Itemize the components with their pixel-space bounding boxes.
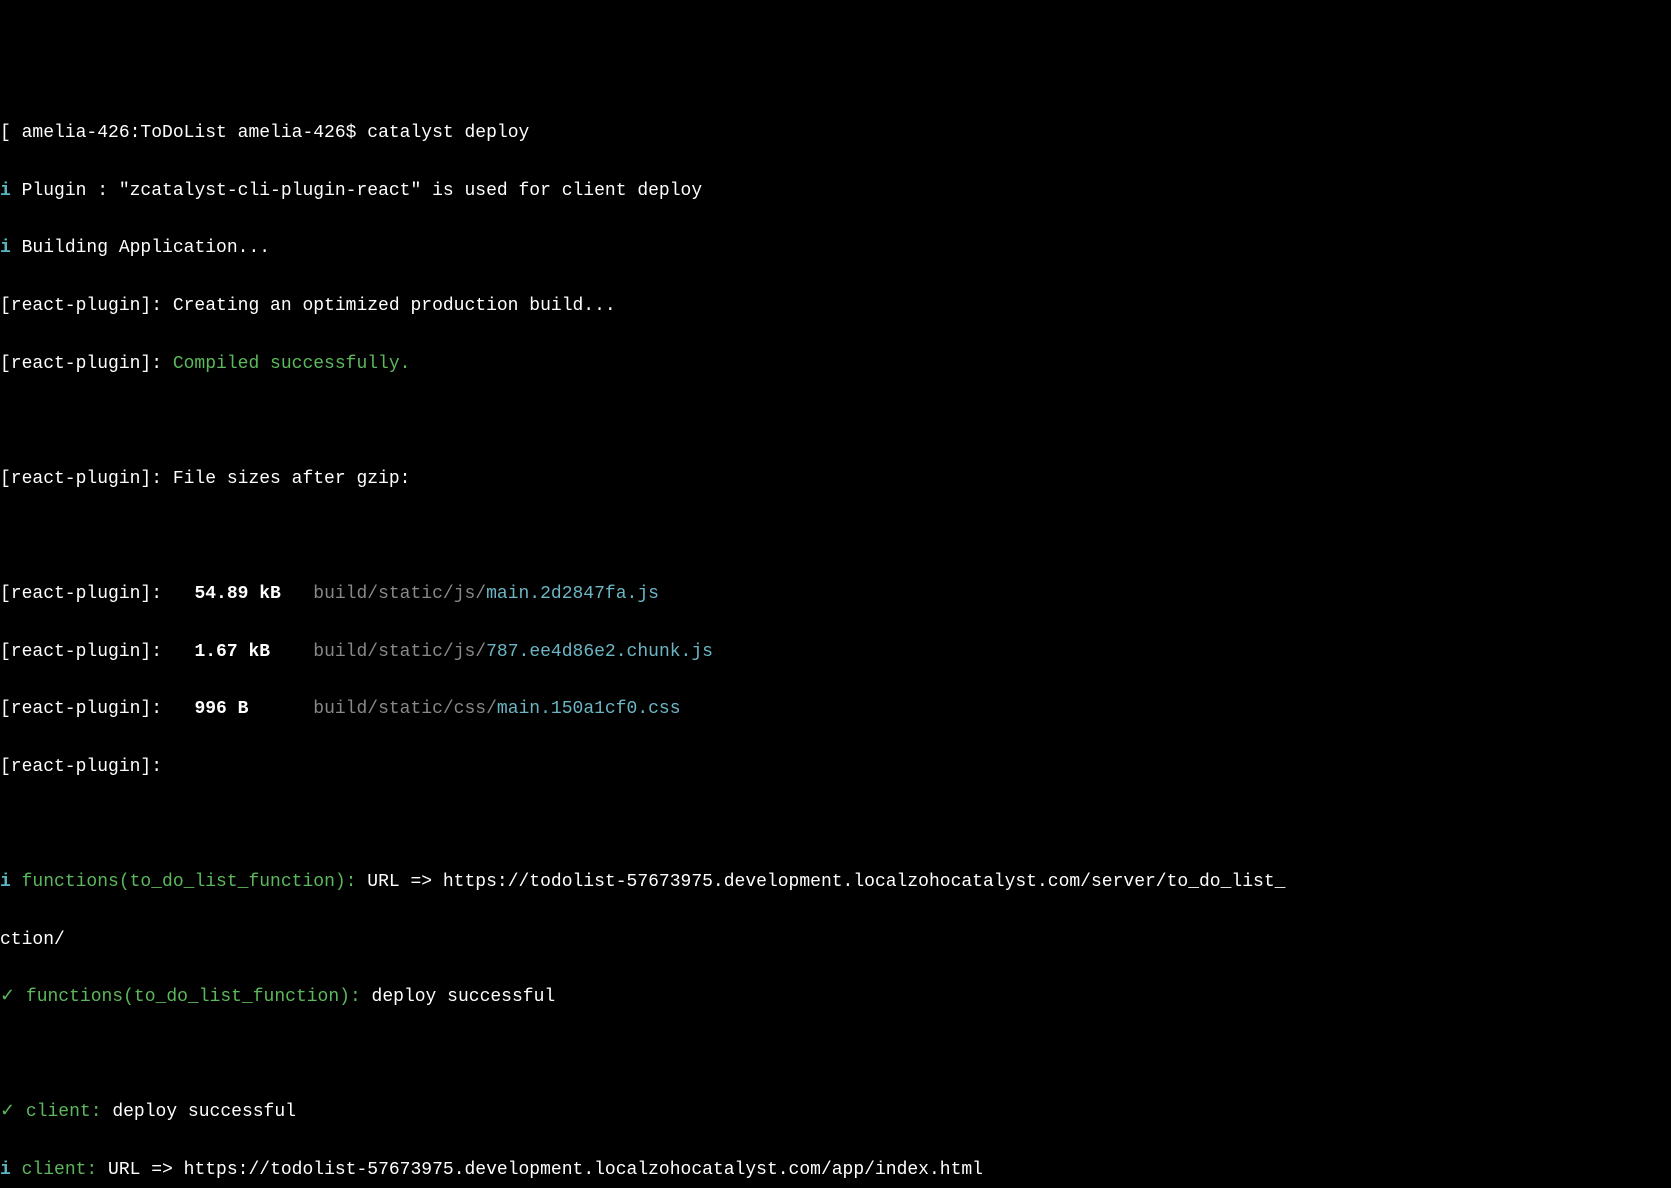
- functions-url-wrap-line: ction/: [0, 926, 1671, 955]
- file-path-name: main.150a1cf0.css: [497, 699, 681, 719]
- file-sizes-text: [react-plugin]: File sizes after gzip:: [0, 469, 410, 489]
- info-icon: i: [0, 872, 11, 892]
- functions-deploy-text: deploy successful: [361, 987, 555, 1007]
- file-path-name: 787.ee4d86e2.chunk.js: [486, 642, 713, 662]
- blank-line: [0, 407, 1671, 436]
- blank-line: [0, 1041, 1671, 1070]
- file-1-line: [react-plugin]: 54.89 kB build/static/js…: [0, 580, 1671, 609]
- compiled-prefix: [react-plugin]:: [0, 354, 173, 374]
- file-size: 996 B: [194, 699, 248, 719]
- compiled-line: [react-plugin]: Compiled successfully.: [0, 350, 1671, 379]
- building-text: Building Application...: [11, 238, 270, 258]
- check-icon: ✓: [0, 1102, 15, 1122]
- functions-url-text: URL => https://todolist-57673975.develop…: [356, 872, 1285, 892]
- file-3-line: [react-plugin]: 996 B build/static/css/m…: [0, 695, 1671, 724]
- client-deploy-text: deploy successful: [102, 1102, 296, 1122]
- prompt-line: [ amelia-426:ToDoList amelia-426$ cataly…: [0, 119, 1671, 148]
- functions-url-wrap-text: ction/: [0, 930, 65, 950]
- info-icon: i: [0, 238, 11, 258]
- client-url-line: i client: URL => https://todolist-576739…: [0, 1156, 1671, 1185]
- file-prefix: [react-plugin]:: [0, 699, 194, 719]
- empty-plugin-line: [react-plugin]:: [0, 753, 1671, 782]
- client-url-label: client:: [11, 1160, 97, 1180]
- info-icon: i: [0, 181, 11, 201]
- functions-url-line: i functions(to_do_list_function): URL =>…: [0, 868, 1671, 897]
- info-icon: i: [0, 1160, 11, 1180]
- command-text: catalyst deploy: [367, 123, 529, 143]
- client-deploy-label: client:: [15, 1102, 101, 1122]
- check-icon: ✓: [0, 987, 15, 1007]
- functions-deploy-line: ✓ functions(to_do_list_function): deploy…: [0, 983, 1671, 1012]
- building-line: i Building Application...: [0, 234, 1671, 263]
- shell-prompt: [ amelia-426:ToDoList amelia-426$: [0, 123, 367, 143]
- client-url-text: URL => https://todolist-57673975.develop…: [97, 1160, 983, 1180]
- file-size: 1.67 kB: [194, 642, 270, 662]
- compiled-success-text: Compiled successfully.: [173, 354, 411, 374]
- creating-build-text: [react-plugin]: Creating an optimized pr…: [0, 296, 616, 316]
- functions-label: functions(to_do_list_function):: [11, 872, 357, 892]
- functions-deploy-label: functions(to_do_list_function):: [15, 987, 361, 1007]
- file-sizes-header: [react-plugin]: File sizes after gzip:: [0, 465, 1671, 494]
- plugin-info-line: i Plugin : "zcatalyst-cli-plugin-react" …: [0, 177, 1671, 206]
- file-prefix: [react-plugin]:: [0, 642, 194, 662]
- empty-plugin-text: [react-plugin]:: [0, 757, 162, 777]
- creating-build-line: [react-plugin]: Creating an optimized pr…: [0, 292, 1671, 321]
- file-path-dir: build/static/css/: [248, 699, 496, 719]
- client-deploy-line: ✓ client: deploy successful: [0, 1098, 1671, 1127]
- blank-line: [0, 522, 1671, 551]
- file-2-line: [react-plugin]: 1.67 kB build/static/js/…: [0, 638, 1671, 667]
- plugin-info-text: Plugin : "zcatalyst-cli-plugin-react" is…: [11, 181, 702, 201]
- blank-line: [0, 810, 1671, 839]
- file-path-dir: build/static/js/: [270, 642, 486, 662]
